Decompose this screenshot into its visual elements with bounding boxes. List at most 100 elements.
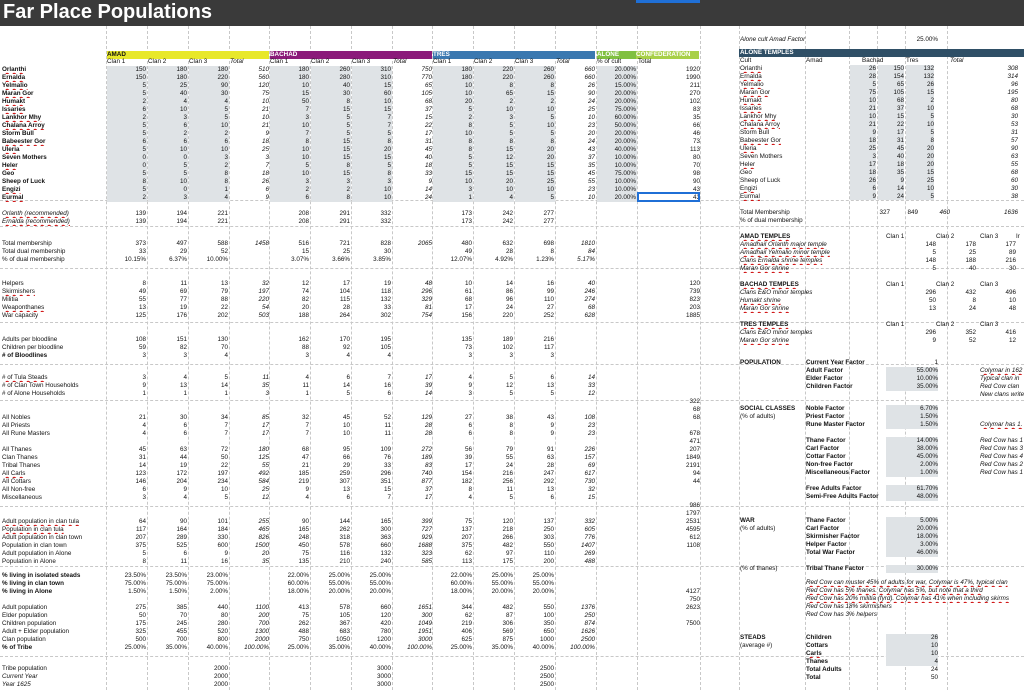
panel-cell[interactable]: 432 xyxy=(950,289,976,297)
panel-cell[interactable]: 53 xyxy=(948,121,1018,129)
panel-cell[interactable]: 46.00% xyxy=(886,549,938,557)
panel-cell[interactable]: 460 xyxy=(906,209,950,217)
panel-cell[interactable]: Clans E&O minor temples xyxy=(740,329,1024,337)
panel-cell[interactable]: Clans Ernalda shrine temples xyxy=(740,257,1024,265)
panel-cell[interactable]: 15 xyxy=(878,113,904,121)
panel-cell[interactable]: 20.00% xyxy=(886,525,938,533)
panel-cell[interactable]: 416 xyxy=(990,329,1016,337)
panel-cell[interactable]: 5 xyxy=(906,193,934,201)
panel-cell[interactable]: 6.70% xyxy=(886,405,938,413)
row-label[interactable]: Children per bloodline xyxy=(2,344,106,352)
panel-cell[interactable]: 18 xyxy=(850,169,876,177)
panel-cell[interactable]: 55.00% xyxy=(886,367,938,375)
panel-cell[interactable]: % of dual membership xyxy=(740,217,1024,225)
panel-cell[interactable]: 177 xyxy=(990,241,1016,249)
cell-value[interactable]: 367 xyxy=(311,620,350,628)
cell-value[interactable]: 59 xyxy=(107,344,146,352)
cell-value[interactable]: 175 xyxy=(107,620,146,628)
row-label[interactable]: Children population xyxy=(2,620,106,628)
panel-cell[interactable]: Red Cow clan xyxy=(980,383,1024,391)
panel-cell[interactable]: 26 xyxy=(850,177,876,185)
panel-cell[interactable]: 5 xyxy=(910,265,936,273)
panel-cell[interactable]: 68 xyxy=(878,97,904,105)
panel-cell[interactable]: Alone cult Amad Factor xyxy=(740,36,1024,44)
panel-cell[interactable]: 13 xyxy=(910,305,936,313)
cell-value[interactable]: 1885 xyxy=(638,312,700,320)
panel-cell[interactable]: 314 xyxy=(948,73,1018,81)
cell-value[interactable]: 700 xyxy=(230,620,269,628)
panel-cell[interactable]: 14.00% xyxy=(886,437,938,445)
panel-cell[interactable]: 24 xyxy=(886,666,938,674)
panel-cell[interactable]: 52 xyxy=(950,337,976,345)
panel-cell[interactable]: Red Cow has 20% militia (fyrd). Colymar … xyxy=(806,595,1024,603)
cell-value[interactable]: 202 xyxy=(189,312,228,320)
panel-cell[interactable]: 148 xyxy=(910,241,936,249)
panel-cell[interactable]: 188 xyxy=(950,257,976,265)
cell-value[interactable]: 252 xyxy=(515,312,554,320)
panel-cell[interactable]: 20 xyxy=(906,145,934,153)
panel-cell[interactable]: 10 xyxy=(906,121,934,129)
panel-cell[interactable]: 26 xyxy=(850,65,876,73)
panel-cell[interactable]: 3 xyxy=(850,153,876,161)
panel-cell[interactable]: 68 xyxy=(948,105,1018,113)
panel-cell[interactable]: 10 xyxy=(906,105,934,113)
panel-cell[interactable]: 105 xyxy=(878,89,904,97)
panel-cell[interactable]: Amadhail Orlanth major temple xyxy=(740,241,1024,249)
panel-cell[interactable]: 5 xyxy=(906,113,934,121)
panel-cell[interactable]: 31 xyxy=(948,129,1018,137)
panel-cell[interactable]: 5 xyxy=(850,81,876,89)
panel-cell[interactable]: 24 xyxy=(878,193,904,201)
panel-cell[interactable]: 10 xyxy=(906,185,934,193)
cell-value[interactable]: 188 xyxy=(270,312,309,320)
panel-cell[interactable]: 31 xyxy=(878,137,904,145)
panel-cell[interactable]: 10 xyxy=(990,297,1016,305)
cell-value[interactable]: 306 xyxy=(474,620,513,628)
cell-value[interactable]: 70 xyxy=(189,344,228,352)
panel-cell[interactable]: 178 xyxy=(950,241,976,249)
panel-cell[interactable]: 1.50% xyxy=(886,421,938,429)
panel-cell[interactable]: 2 xyxy=(906,97,934,105)
panel-cell[interactable]: 25 xyxy=(906,177,934,185)
cell-value[interactable]: 503 xyxy=(230,312,269,320)
panel-cell[interactable]: 26 xyxy=(906,81,934,89)
panel-cell[interactable]: 61.70% xyxy=(886,485,938,493)
panel-cell[interactable]: Red Cow can muster 45% of adults for war… xyxy=(806,579,1024,587)
cell-value[interactable]: 350 xyxy=(515,620,554,628)
panel-cell[interactable]: Red Cow has 3% helpers xyxy=(806,611,1024,619)
cell-value[interactable]: 2000 xyxy=(189,681,228,689)
panel-cell[interactable]: 22 xyxy=(878,121,904,129)
panel-cell[interactable]: Red Cow has 2 xyxy=(980,461,1024,469)
panel-cell[interactable]: 50 xyxy=(886,674,938,682)
cell-value[interactable]: 102 xyxy=(474,344,513,352)
cell-value[interactable]: 156 xyxy=(433,312,472,320)
panel-cell[interactable]: New clans write xyxy=(980,391,1024,399)
cell-value[interactable]: 2500 xyxy=(515,681,554,689)
panel-cell[interactable]: 10 xyxy=(886,642,938,650)
cell-value[interactable]: 1049 xyxy=(393,620,432,628)
cell-value[interactable]: 3000 xyxy=(352,681,391,689)
panel-cell[interactable]: 96 xyxy=(948,81,1018,89)
panel-cell[interactable]: Amadhail Yelmalio minor temple xyxy=(740,249,1024,257)
cell-value[interactable]: 176 xyxy=(148,312,187,320)
cell-value[interactable]: 420 xyxy=(352,620,391,628)
panel-cell[interactable]: Clan 3 xyxy=(980,281,1024,289)
panel-cell[interactable]: 10 xyxy=(886,650,938,658)
panel-cell[interactable]: 17 xyxy=(878,129,904,137)
panel-cell[interactable]: 20 xyxy=(906,161,934,169)
panel-cell[interactable]: Red Cow has 3 xyxy=(980,445,1024,453)
panel-cell[interactable]: 38.00% xyxy=(886,445,938,453)
panel-cell[interactable]: 1.50% xyxy=(886,413,938,421)
panel-cell[interactable]: Ir xyxy=(1016,233,1024,241)
panel-cell[interactable]: 30 xyxy=(990,265,1016,273)
cell-value[interactable]: 117 xyxy=(515,344,554,352)
panel-cell[interactable]: 5.00% xyxy=(886,517,938,525)
panel-cell[interactable]: 68 xyxy=(948,169,1018,177)
cell-value[interactable]: 88 xyxy=(270,344,309,352)
panel-cell[interactable]: 18 xyxy=(850,137,876,145)
panel-cell[interactable]: 60 xyxy=(948,177,1018,185)
panel-cell[interactable]: 1.00% xyxy=(886,469,938,477)
cell-value[interactable]: 105 xyxy=(352,344,391,352)
panel-cell[interactable]: Maran Gor shrine xyxy=(740,337,1024,345)
panel-cell[interactable]: 40 xyxy=(950,265,976,273)
panel-cell[interactable]: 63 xyxy=(948,153,1018,161)
